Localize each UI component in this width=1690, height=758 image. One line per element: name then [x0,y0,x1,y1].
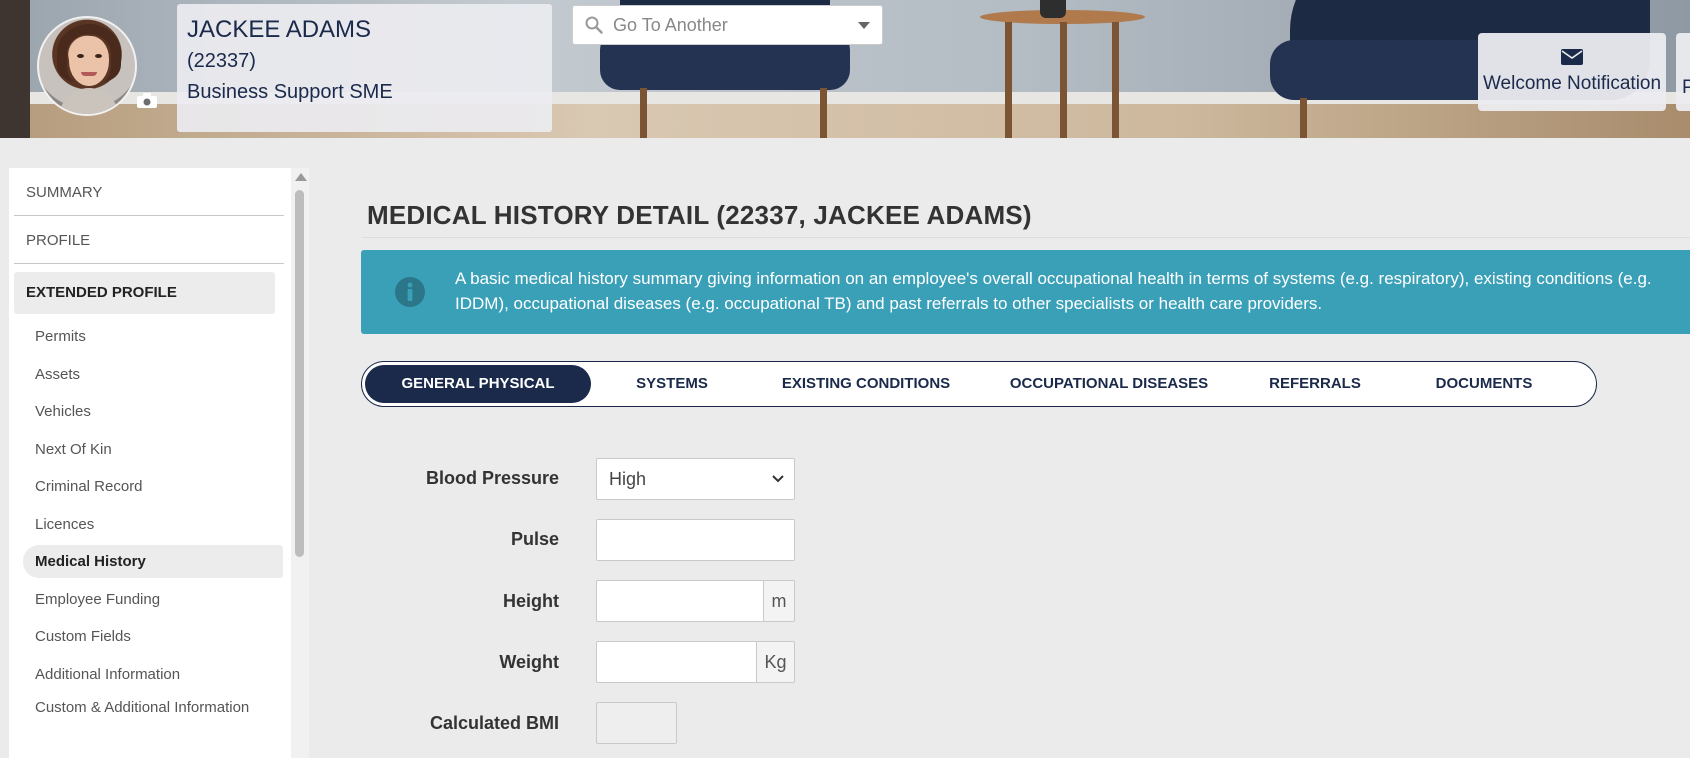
banner-left-strip [0,0,30,138]
info-icon [395,277,425,307]
scroll-up-arrow-icon[interactable] [295,173,307,181]
height-unit: m [764,580,795,622]
sidebar-item-criminal-record[interactable]: Criminal Record [23,470,283,503]
blood-pressure-value: High [609,468,647,489]
sidebar-item-licences[interactable]: Licences [23,508,283,541]
caret-down-icon [858,21,870,29]
medical-history-tabs: GENERAL PHYSICAL SYSTEMS EXISTING CONDIT… [361,361,1597,407]
avatar-eye [95,54,102,58]
sidebar-scrollbar[interactable] [291,168,309,758]
blood-pressure-label: Blood Pressure [425,468,559,488]
header-action-button-partial[interactable]: P [1676,33,1690,111]
employee-card: JACKEE ADAMS (22337) Business Support SM… [177,4,552,132]
welcome-notification-button[interactable]: Welcome Notification [1478,33,1666,111]
sidebar-section-extended-profile[interactable]: EXTENDED PROFILE [14,272,275,314]
sidebar: SUMMARY PROFILE EXTENDED PROFILE Permits… [9,168,309,758]
calculated-bmi-field [596,702,677,744]
height-label: Height [503,591,559,611]
avatar-face [69,36,109,86]
weight-input[interactable] [596,641,757,683]
avatar[interactable] [37,16,137,116]
search-icon [585,16,603,34]
sidebar-item-employee-funding[interactable]: Employee Funding [23,583,283,616]
table-leg [1005,22,1012,138]
sidebar-item-assets[interactable]: Assets [23,358,283,391]
calculated-bmi-label: Calculated BMI [429,713,559,733]
table-leg [1112,22,1119,138]
tab-documents[interactable]: DOCUMENTS [1391,365,1577,403]
page-title: MEDICAL HISTORY DETAIL (22337, JACKEE AD… [367,200,1032,230]
sidebar-item-next-of-kin[interactable]: Next Of Kin [23,433,283,466]
camera-icon[interactable] [137,93,157,108]
envelope-icon [1561,49,1583,65]
sidebar-item-custom-fields[interactable]: Custom Fields [23,620,283,653]
info-text: A basic medical history summary giving i… [455,266,1690,316]
armchair-leg [1300,98,1307,138]
sidebar-item-vehicles[interactable]: Vehicles [23,395,283,428]
tab-referrals[interactable]: REFERRALS [1239,365,1391,403]
chevron-down-icon [772,475,784,483]
tab-general-physical[interactable]: GENERAL PHYSICAL [365,365,591,403]
table-leg [1060,22,1067,138]
avatar-mouth [81,72,97,76]
height-input[interactable] [596,580,764,622]
avatar-scarf [59,88,119,114]
info-text-line-1: A basic medical history summary giving i… [455,269,1652,288]
tab-existing-conditions[interactable]: EXISTING CONDITIONS [753,365,979,403]
weight-unit: Kg [757,641,795,683]
sidebar-item-medical-history[interactable]: Medical History [23,545,283,578]
welcome-notification-label: Welcome Notification [1482,73,1662,94]
employee-number: (22337) [187,50,256,72]
employee-role: Business Support SME [187,81,393,103]
go-to-another-dropdown[interactable]: Go To Another [572,5,883,45]
employee-name: JACKEE ADAMS [187,16,372,43]
sidebar-item-custom-additional-information[interactable]: Custom & Additional Information [23,695,283,743]
title-divider [362,237,1690,238]
info-banner: A basic medical history summary giving i… [361,250,1690,334]
go-to-another-placeholder: Go To Another [613,14,728,35]
tab-systems[interactable]: SYSTEMS [591,365,753,403]
avatar-eye [77,54,84,58]
tab-occupational-diseases[interactable]: OCCUPATIONAL DISEASES [979,365,1239,403]
chair-leg [820,88,827,138]
sidebar-section-summary[interactable]: SUMMARY [14,168,284,216]
weight-label: Weight [499,652,559,672]
pulse-label: Pulse [510,529,559,549]
sidebar-section-profile[interactable]: PROFILE [14,216,284,264]
blood-pressure-select[interactable]: High [596,458,795,500]
sidebar-scroll-thumb[interactable] [295,190,304,557]
sidebar-item-additional-information[interactable]: Additional Information [23,658,283,691]
chair-leg [640,88,647,138]
info-text-line-2: IDDM), occupational diseases (e.g. occup… [455,294,1323,313]
vase [1040,0,1066,18]
pulse-input[interactable] [596,519,795,561]
sidebar-item-permits[interactable]: Permits [23,320,283,353]
